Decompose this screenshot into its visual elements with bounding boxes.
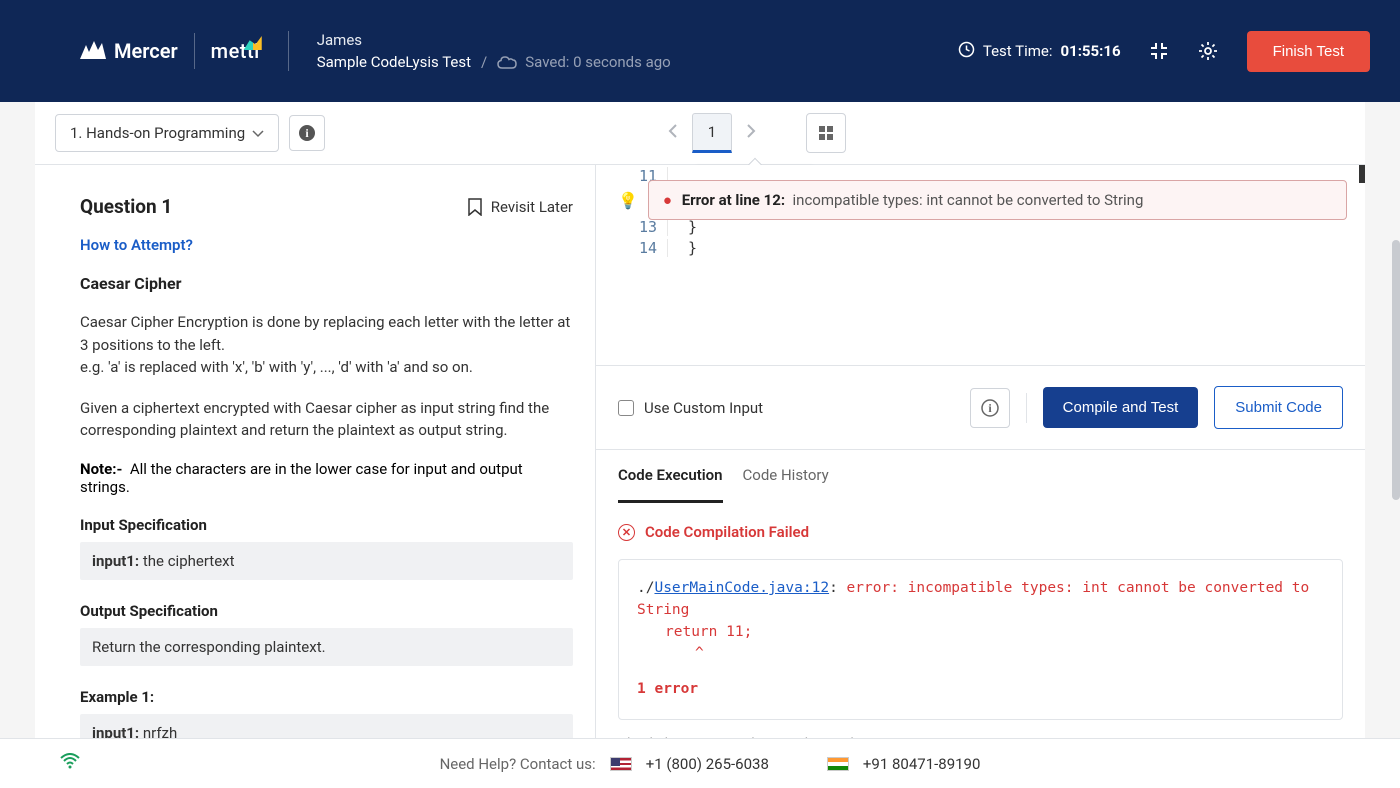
india-phone[interactable]: +91 80471-89190 bbox=[863, 755, 981, 773]
checkbox-icon[interactable] bbox=[618, 400, 634, 416]
question-pagination: 1 Attempted: 1/1 bbox=[664, 113, 846, 153]
tab-code-execution[interactable]: Code Execution bbox=[618, 450, 723, 503]
problem-note: Note:- All the characters are in the low… bbox=[80, 460, 573, 496]
output-area: ✕ Code Compilation Failed ./UserMainCode… bbox=[596, 503, 1365, 738]
input-spec-title: Input Specification bbox=[80, 516, 573, 534]
finish-test-button[interactable]: Finish Test bbox=[1247, 31, 1370, 72]
prev-question-button[interactable] bbox=[664, 119, 682, 147]
output-return-line: return 11; bbox=[637, 622, 1324, 644]
clock-icon bbox=[958, 41, 975, 62]
help-contact: Need Help? Contact us: +1 (800) 265-6038… bbox=[440, 755, 981, 773]
mercer-logo: Mercer bbox=[80, 39, 178, 63]
custom-input-checkbox[interactable]: Use Custom Input bbox=[618, 399, 763, 417]
help-label: Need Help? Contact us: bbox=[440, 755, 596, 773]
us-phone[interactable]: +1 (800) 265-6038 bbox=[646, 755, 769, 773]
output-spec-title: Output Specification bbox=[80, 602, 573, 620]
output-tabs: Code Execution Code History bbox=[596, 449, 1365, 503]
toolbar: 1. Hands-on Programming i 1 Attempted: 1… bbox=[35, 102, 1365, 165]
actions-right: i Compile and Test Submit Code bbox=[970, 386, 1343, 429]
editor-line: 14 } bbox=[596, 237, 1359, 258]
header-right: Test Time: 01:55:16 Finish Test bbox=[958, 31, 1370, 72]
india-flag-icon bbox=[827, 757, 849, 771]
saved-info: Saved: 0 seconds ago bbox=[497, 53, 671, 71]
test-name: Sample CodeLysis Test bbox=[317, 53, 471, 71]
test-name-row: Sample CodeLysis Test / Saved: 0 seconds… bbox=[317, 53, 671, 71]
custom-input-label: Use Custom Input bbox=[644, 399, 763, 417]
error-line-label: Error at line 12: bbox=[682, 191, 785, 209]
logo-divider bbox=[194, 33, 195, 69]
section-label: 1. Hands-on Programming bbox=[70, 124, 245, 142]
problem-name: Caesar Cipher bbox=[80, 274, 573, 293]
timer-label: Test Time: bbox=[983, 42, 1053, 60]
main-content: Question 1 Revisit Later How to Attempt?… bbox=[35, 165, 1365, 738]
lightbulb-icon[interactable]: 💡 bbox=[618, 191, 638, 210]
user-block: James Sample CodeLysis Test / Saved: 0 s… bbox=[288, 31, 671, 71]
scrollbar[interactable] bbox=[1392, 240, 1400, 500]
question-grid-button[interactable] bbox=[806, 113, 846, 153]
question-page-1[interactable]: 1 bbox=[692, 113, 732, 153]
section-info-button[interactable]: i bbox=[289, 115, 325, 151]
separator: / bbox=[481, 53, 487, 71]
recompile-message: Check the Message above and compile agai… bbox=[618, 736, 1343, 738]
actions-row: Use Custom Input i Compile and Test Subm… bbox=[596, 365, 1365, 449]
example-title: Example 1: bbox=[80, 688, 573, 706]
error-text: incompatible types: int cannot be conver… bbox=[793, 191, 1144, 209]
user-name: James bbox=[317, 31, 671, 49]
section-dropdown[interactable]: 1. Hands-on Programming bbox=[55, 114, 279, 152]
settings-icon[interactable] bbox=[1197, 40, 1219, 62]
app-header: Mercer mettl James Sample CodeLysis Test… bbox=[0, 0, 1400, 102]
chevron-down-icon bbox=[252, 124, 264, 142]
us-flag-icon bbox=[610, 757, 632, 771]
inline-error-bubble: 💡 ● Error at line 12: incompatible types… bbox=[618, 180, 1347, 220]
hint-button[interactable]: i bbox=[970, 388, 1010, 428]
error-message-box: ● Error at line 12: incompatible types: … bbox=[648, 180, 1347, 220]
test-timer: Test Time: 01:55:16 bbox=[958, 41, 1121, 62]
code-editor[interactable]: 11 13 } 14 } 💡 ● bbox=[596, 165, 1365, 365]
fullscreen-exit-icon[interactable] bbox=[1149, 41, 1169, 61]
revisit-label: Revisit Later bbox=[491, 198, 573, 216]
tab-code-history[interactable]: Code History bbox=[743, 450, 829, 503]
example-box: input1: nrfzh bbox=[80, 714, 573, 739]
output-path-prefix: ./ bbox=[637, 580, 654, 596]
submit-code-button[interactable]: Submit Code bbox=[1214, 386, 1343, 429]
compile-button[interactable]: Compile and Test bbox=[1043, 387, 1199, 428]
compiler-output-box: ./UserMainCode.java:12: error: incompati… bbox=[618, 559, 1343, 720]
mercer-text: Mercer bbox=[114, 39, 178, 63]
question-header: Question 1 Revisit Later bbox=[80, 195, 573, 218]
editor-decoration bbox=[1359, 165, 1365, 183]
question-panel: Question 1 Revisit Later How to Attempt?… bbox=[35, 165, 595, 738]
fail-title: Code Compilation Failed bbox=[645, 523, 809, 541]
logo-area: Mercer mettl bbox=[80, 33, 260, 69]
problem-desc-2: Given a ciphertext encrypted with Caesar… bbox=[80, 397, 573, 442]
cloud-icon bbox=[497, 55, 517, 70]
code-panel: 11 13 } 14 } 💡 ● bbox=[595, 165, 1365, 738]
output-error-count: 1 error bbox=[637, 679, 1324, 701]
how-to-attempt-link[interactable]: How to Attempt? bbox=[80, 236, 573, 254]
timer-value: 01:55:16 bbox=[1060, 42, 1120, 60]
next-question-button[interactable] bbox=[742, 119, 760, 147]
input-spec-box: input1: the ciphertext bbox=[80, 542, 573, 580]
error-dot-icon: ● bbox=[663, 191, 672, 209]
output-spec-box: Return the corresponding plaintext. bbox=[80, 628, 573, 666]
mettl-logo: mettl bbox=[211, 39, 260, 63]
output-caret: ^ bbox=[637, 643, 1324, 665]
output-file-link[interactable]: UserMainCode.java:12 bbox=[654, 580, 829, 596]
saved-label: Saved: 0 seconds ago bbox=[525, 53, 671, 71]
divider bbox=[1026, 393, 1027, 423]
compilation-failed-row: ✕ Code Compilation Failed bbox=[618, 523, 1343, 541]
question-title: Question 1 bbox=[80, 195, 172, 218]
svg-text:i: i bbox=[988, 401, 992, 415]
revisit-later-button[interactable]: Revisit Later bbox=[467, 198, 573, 216]
mercer-icon bbox=[80, 41, 106, 61]
wifi-icon bbox=[60, 753, 80, 774]
footer: Need Help? Contact us: +1 (800) 265-6038… bbox=[0, 738, 1400, 788]
error-icon: ✕ bbox=[618, 524, 635, 541]
problem-desc-1: Caesar Cipher Encryption is done by repl… bbox=[80, 311, 573, 379]
